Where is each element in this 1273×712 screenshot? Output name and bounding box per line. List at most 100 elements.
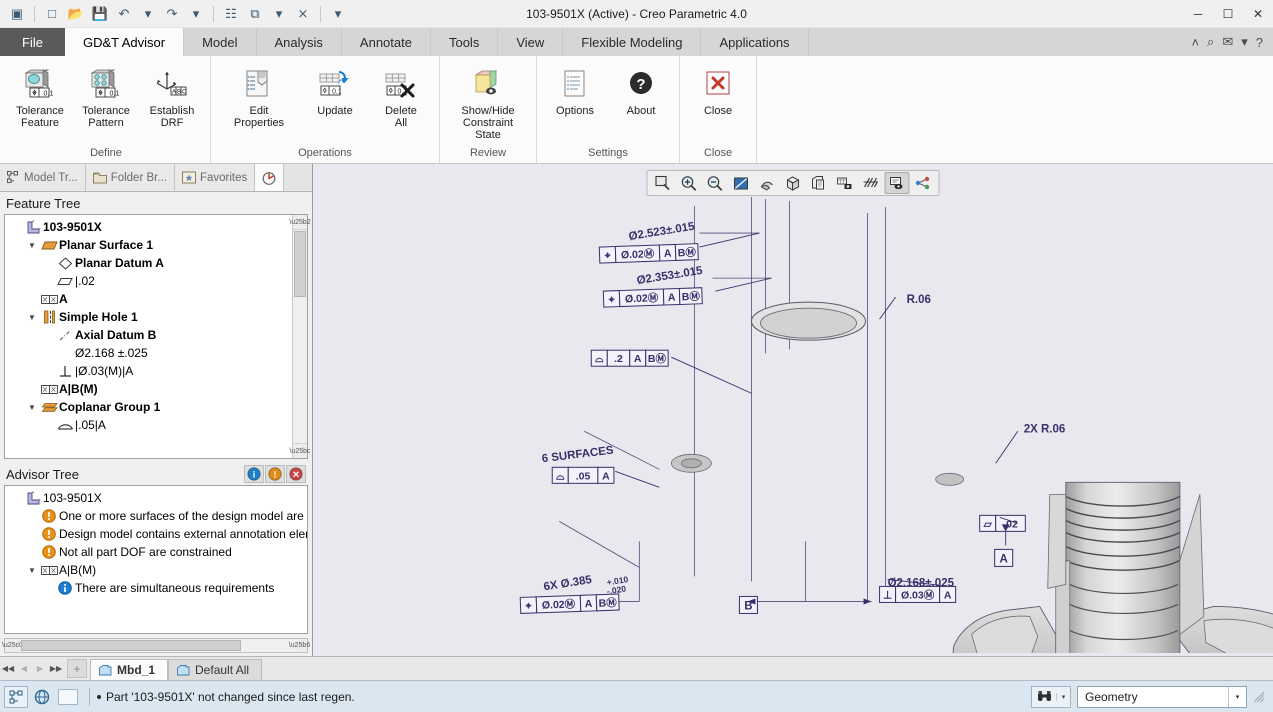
fcf-perp-2168[interactable]: ⊥Ø.03ⓂA	[880, 586, 956, 602]
fcf-position-2353[interactable]: ⌖Ø.02ⓂABⓂ	[603, 288, 702, 307]
find-dropdown-icon[interactable]: ▾	[1056, 693, 1070, 701]
scroll-left-icon[interactable]: \u25c0	[5, 639, 20, 652]
window-dropdown-icon[interactable]: ▾	[268, 3, 290, 25]
scroll-up-icon[interactable]: \u25b2	[293, 215, 307, 230]
ribbon-tab-view[interactable]: View	[498, 28, 563, 56]
undo-icon[interactable]: ↶	[113, 3, 135, 25]
feature-tree-node[interactable]: Ø2.168 ±.025	[5, 344, 292, 362]
tree-expander-icon[interactable]: ▼	[25, 566, 39, 575]
fcf-position-385[interactable]: ⌖Ø.02ⓂABⓂ	[520, 594, 619, 613]
advisor-tree-hscrollbar[interactable]: \u25c0 \u25b6	[4, 638, 308, 653]
tab-model-tree[interactable]: Model Tr...	[0, 164, 86, 191]
close-window-icon[interactable]: ⨯	[292, 3, 314, 25]
ribbon-tab-annotate[interactable]: Annotate	[342, 28, 431, 56]
redo-dropdown-icon[interactable]: ▾	[185, 3, 207, 25]
close-window-button[interactable]: ✕	[1243, 0, 1273, 28]
zoom-out-icon[interactable]	[703, 172, 728, 194]
ribbon-tab-model[interactable]: Model	[184, 28, 256, 56]
delete-all-button[interactable]: 0.1DeleteAll	[369, 60, 433, 134]
feature-tree-node[interactable]: A|B(M)	[5, 380, 292, 398]
new-file-icon[interactable]: □	[41, 3, 63, 25]
app-menu-icon[interactable]: ▣	[6, 3, 28, 25]
search-icon[interactable]: ⌕	[1207, 34, 1214, 50]
ribbon-tab-analysis[interactable]: Analysis	[257, 28, 342, 56]
hscroll-thumb[interactable]	[21, 640, 241, 651]
combined-state-nav-0[interactable]: ◀◀	[0, 657, 16, 680]
ribbon-tab-gd-t-advisor[interactable]: GD&T Advisor	[65, 28, 184, 56]
feature-tree-node[interactable]: ▼Planar Surface 1	[5, 236, 292, 254]
advisor-tree-node[interactable]: 103-9501X	[5, 489, 307, 507]
appearance-gallery-icon[interactable]	[911, 172, 936, 194]
reorient-icon[interactable]	[755, 172, 780, 194]
show-hide-constraint-state-button[interactable]: Show/HideConstraint State	[446, 60, 530, 146]
scroll-thumb[interactable]	[294, 231, 306, 297]
save-icon[interactable]: 💾	[89, 3, 111, 25]
feature-tree-node[interactable]: |Ø.03(M)|A	[5, 362, 292, 380]
saved-views-icon[interactable]	[781, 172, 806, 194]
tab-mbd-1[interactable]: Mbd_1	[90, 659, 168, 680]
warning-filter-button[interactable]: !	[265, 465, 285, 483]
feature-tree-node[interactable]: Axial Datum B	[5, 326, 292, 344]
scroll-down-icon[interactable]: \u25bc	[293, 443, 307, 458]
advisor-tree-node[interactable]: There are simultaneous requirements	[5, 579, 307, 597]
regenerate-icon[interactable]: ☷	[220, 3, 242, 25]
tab-default-all[interactable]: Default All	[168, 659, 262, 680]
error-filter-button[interactable]: ✕	[286, 465, 306, 483]
window-switch-icon[interactable]: ⧉	[244, 3, 266, 25]
maximize-button[interactable]: ☐	[1213, 0, 1243, 28]
collapse-ribbon-icon[interactable]: ˄	[1191, 35, 1199, 50]
zoom-box-icon[interactable]	[651, 172, 676, 194]
combined-state-nav-2[interactable]: ▶	[32, 657, 48, 680]
gdt-advisor-tab-icon[interactable]	[255, 164, 284, 191]
advisor-tree-node[interactable]: Design model contains external annotatio…	[5, 525, 307, 543]
help-icon[interactable]: ?	[1256, 35, 1263, 50]
refit-icon[interactable]	[729, 172, 754, 194]
feature-tree-node[interactable]: ▼Simple Hole 1	[5, 308, 292, 326]
tolerance-feature-button[interactable]: 0.1ToleranceFeature	[8, 60, 72, 134]
open-file-icon[interactable]: 📂	[65, 3, 87, 25]
tree-expander-icon[interactable]: ▼	[25, 241, 39, 250]
fcf-position-2523[interactable]: ⌖Ø.02ⓂABⓂ	[599, 244, 698, 263]
tree-expander-icon[interactable]: ▼	[25, 313, 39, 322]
feature-tree-node[interactable]: 103-9501X	[5, 218, 292, 236]
fcf-flatness-02[interactable]: ▱.02	[980, 515, 1026, 531]
display-style-icon[interactable]	[833, 172, 858, 194]
datum-a-right[interactable]: A	[995, 549, 1013, 566]
feature-tree-scrollbar[interactable]: \u25b2 \u25bc	[292, 215, 307, 458]
help-center-icon[interactable]: ✉	[1222, 34, 1233, 50]
fcf-profile-2[interactable]: ⌓.2ABⓂ	[591, 350, 668, 366]
annotation-display-icon[interactable]	[885, 172, 910, 194]
tab-favorites[interactable]: Favorites	[175, 164, 255, 191]
ribbon-tab-file[interactable]: File	[0, 28, 65, 56]
browser-toggle-button[interactable]	[30, 686, 54, 708]
redo-icon[interactable]: ↷	[161, 3, 183, 25]
advisor-tree-node[interactable]: Not all part DOF are constrained	[5, 543, 307, 561]
cad-model-group[interactable]: Ø2.523±.015⌖Ø.02ⓂABⓂØ2.353±.015⌖Ø.02ⓂABⓂ…	[520, 197, 1273, 652]
model-tree-toggle-button[interactable]	[4, 686, 28, 708]
cad-model-canvas[interactable]: Ø2.523±.015⌖Ø.02ⓂABⓂØ2.353±.015⌖Ø.02ⓂABⓂ…	[313, 164, 1273, 653]
zoom-in-icon[interactable]	[677, 172, 702, 194]
combined-state-nav-3[interactable]: ▶▶	[48, 657, 64, 680]
scroll-right-icon[interactable]: \u25b6	[292, 639, 307, 652]
undo-dropdown-icon[interactable]: ▾	[137, 3, 159, 25]
customize-qat-icon[interactable]: ▾	[327, 3, 349, 25]
feature-tree-node[interactable]: |.05|A	[5, 416, 292, 434]
feature-tree-node[interactable]: |.02	[5, 272, 292, 290]
info-filter-button[interactable]: i	[244, 465, 264, 483]
view-manager-icon[interactable]	[807, 172, 832, 194]
fcf-profile-05[interactable]: ⌓.05A	[552, 467, 614, 483]
resize-grip[interactable]	[1253, 691, 1265, 703]
edit-properties-button[interactable]: EditProperties	[217, 60, 301, 134]
advisor-tree-node[interactable]: One or more surfaces of the design model…	[5, 507, 307, 525]
feature-tree-node[interactable]: Planar Datum A	[5, 254, 292, 272]
tree-expander-icon[interactable]: ▼	[25, 403, 39, 412]
close-button[interactable]: Close	[686, 60, 750, 122]
ribbon-tab-tools[interactable]: Tools	[431, 28, 498, 56]
update-button[interactable]: 0.1Update	[303, 60, 367, 122]
about-button[interactable]: ?About	[609, 60, 673, 122]
graphics-window[interactable]: Ø2.523±.015⌖Ø.02ⓂABⓂØ2.353±.015⌖Ø.02ⓂABⓂ…	[313, 164, 1273, 656]
help-dropdown-icon[interactable]: ▾	[1241, 34, 1248, 50]
feature-tree-node[interactable]: A	[5, 290, 292, 308]
advisor-tree-node[interactable]: ▼A|B(M)	[5, 561, 307, 579]
ribbon-tab-applications[interactable]: Applications	[701, 28, 808, 56]
